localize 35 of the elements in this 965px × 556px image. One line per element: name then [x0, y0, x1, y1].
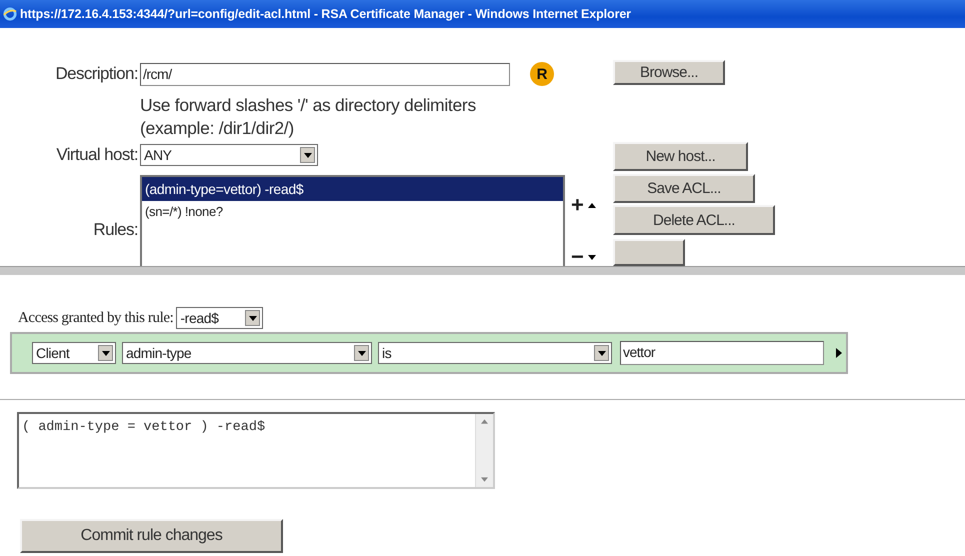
rule-item[interactable]: (admin-type=vettor) -read$ [142, 177, 563, 201]
move-up-icon[interactable] [588, 202, 596, 208]
scope-dropdown[interactable]: Client [32, 342, 116, 364]
add-rule-button[interactable]: + [571, 194, 584, 216]
hint-text: Use forward slashes '/' as directory delimiters [140, 94, 477, 117]
scroll-up-icon[interactable] [481, 419, 488, 424]
description-field[interactable]: /rcm/ [140, 62, 510, 86]
browser-icon [3, 7, 17, 21]
browse-button[interactable]: Browse... [613, 60, 725, 86]
expression-textarea[interactable]: ( admin-type = vettor ) -read$ [17, 412, 495, 489]
play-icon[interactable] [836, 348, 842, 358]
badge: R [530, 62, 554, 86]
acl-button[interactable]: Delete ACL... [613, 205, 775, 236]
commit-button[interactable]: Commit rule changes [20, 519, 283, 553]
value-field[interactable]: vettor [620, 341, 824, 365]
virtual-host-label: Virtual host: [55, 145, 138, 165]
expression-text: ( admin-type = vettor ) -read$ [21, 419, 266, 435]
virtual-host-dropdown[interactable]: ANY [140, 144, 318, 166]
access-dropdown[interactable]: -read$ [176, 307, 264, 329]
access-label: Access granted by this rule: [18, 310, 174, 326]
attribute-dropdown[interactable]: admin-type [122, 342, 372, 364]
description-label: Description: [54, 64, 138, 84]
move-down-icon[interactable] [588, 254, 596, 260]
new-host-button[interactable]: New host... [613, 142, 748, 171]
rules-list[interactable]: (admin-type=vettor) -read$ (sn=/*) !none? [140, 175, 565, 266]
window-title: https://172.16.4.153:4344/?url=config/edit-acl.html - RSA Certificate Manager - Windows Internet Explorer [20, 7, 631, 21]
cut-off-button[interactable] [613, 239, 685, 266]
hint-text: (example: /dir1/dir2/) [140, 117, 295, 140]
operator-dropdown[interactable]: is [378, 342, 612, 364]
rule-item[interactable]: (sn=/*) !none? [142, 201, 563, 222]
remove-rule-button[interactable]: − [571, 246, 584, 266]
acl-button[interactable]: Save ACL... [613, 174, 755, 204]
scroll-down-icon[interactable] [481, 477, 488, 482]
rules-label: Rules: [92, 220, 138, 240]
scrollbar[interactable] [475, 414, 493, 487]
